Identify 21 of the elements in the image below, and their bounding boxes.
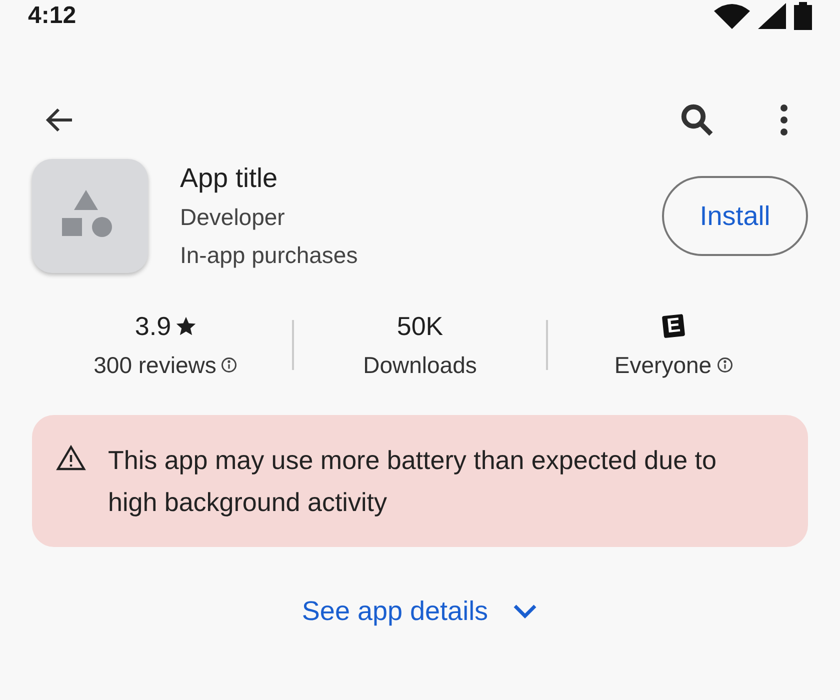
purchase-note: In-app purchases bbox=[180, 241, 359, 270]
star-icon bbox=[175, 315, 198, 337]
wifi-icon bbox=[714, 3, 750, 29]
info-icon bbox=[716, 356, 734, 374]
warning-text: This app may use more battery than expected due to high background activity bbox=[108, 444, 718, 518]
install-button[interactable]: Install bbox=[662, 176, 808, 256]
status-time: 4:12 bbox=[28, 1, 76, 31]
battery-icon bbox=[794, 2, 812, 30]
stat-label: Everyone bbox=[614, 351, 712, 380]
stat-label: Downloads bbox=[363, 351, 477, 380]
signal-icon bbox=[758, 3, 786, 29]
app-title: App title bbox=[180, 162, 279, 195]
see-app-details-link[interactable]: See app details bbox=[302, 590, 538, 631]
rating-value: 3.9 bbox=[134, 310, 172, 342]
stat-label: 300 reviews bbox=[94, 351, 216, 380]
developer-name: Developer bbox=[180, 203, 286, 232]
info-icon bbox=[220, 356, 238, 374]
app-icon bbox=[32, 159, 148, 273]
download-count: 50K bbox=[396, 310, 444, 342]
warning-icon bbox=[56, 444, 86, 470]
content-rating-badge: E bbox=[662, 314, 686, 338]
